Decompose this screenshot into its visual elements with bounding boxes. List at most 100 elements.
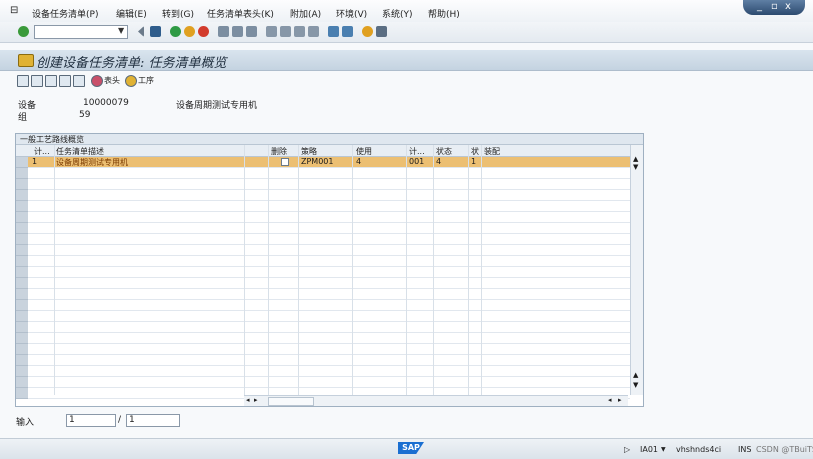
menu-item-environment[interactable]: 环境(V) <box>336 7 367 20</box>
table-row[interactable] <box>28 245 630 256</box>
table-row[interactable] <box>28 355 630 366</box>
edit-icon[interactable] <box>73 75 85 87</box>
row-selector[interactable] <box>16 366 28 377</box>
scroll-right-end-icon[interactable]: ▸ <box>618 396 622 404</box>
last-page-icon[interactable] <box>308 26 319 37</box>
print-icon[interactable] <box>218 26 229 37</box>
save-icon[interactable] <box>150 26 161 37</box>
table-row[interactable] <box>28 234 630 245</box>
table-row[interactable] <box>28 267 630 278</box>
header-button-label[interactable]: 表头 <box>104 75 120 86</box>
delete-checkbox[interactable] <box>281 158 289 166</box>
scroll-down-bottom-icon[interactable]: ▼ <box>633 381 638 389</box>
table-row[interactable] <box>28 212 630 223</box>
table-row[interactable] <box>28 300 630 311</box>
row-selector[interactable] <box>16 388 28 399</box>
menu-item-help[interactable]: 帮助(H) <box>428 7 460 20</box>
row-selector[interactable] <box>16 322 28 333</box>
row-selector[interactable] <box>16 300 28 311</box>
table-row[interactable] <box>28 377 630 388</box>
deselect-all-icon[interactable] <box>31 75 43 87</box>
scroll-up-icon[interactable]: ▲ <box>633 155 638 163</box>
horizontal-scrollbar[interactable]: ◂ ▸ ◂ ▸ <box>244 395 628 406</box>
menu-item-task-list[interactable]: 设备任务清单(P) <box>32 7 98 20</box>
minimize-icon[interactable]: _ <box>757 1 762 12</box>
find-icon[interactable] <box>232 26 243 37</box>
row-selector[interactable] <box>16 245 28 256</box>
row-selector[interactable] <box>16 157 28 168</box>
row-selector[interactable] <box>16 311 28 322</box>
header-icon[interactable] <box>91 75 103 87</box>
row-selector[interactable] <box>16 190 28 201</box>
scroll-left-icon[interactable]: ◂ <box>246 396 250 404</box>
scroll-down-icon[interactable]: ▼ <box>633 163 638 171</box>
scroll-up-bottom-icon[interactable]: ▲ <box>633 371 638 379</box>
exit-icon[interactable] <box>184 26 195 37</box>
menu-item-edit[interactable]: 编辑(E) <box>116 7 147 20</box>
table-row[interactable] <box>28 223 630 234</box>
menu-item-extras[interactable]: 附加(A) <box>290 7 321 20</box>
shortcut-icon[interactable] <box>342 26 353 37</box>
row-selector[interactable] <box>16 278 28 289</box>
table-row[interactable] <box>28 311 630 322</box>
col-planner[interactable]: 计... <box>409 146 425 157</box>
col-description[interactable]: 任务清单描述 <box>56 146 104 157</box>
entry-current-input[interactable]: 1 <box>66 414 116 427</box>
row-selector[interactable] <box>16 212 28 223</box>
next-page-icon[interactable] <box>294 26 305 37</box>
col-strategy[interactable]: 策略 <box>301 146 317 157</box>
row-selector[interactable] <box>16 355 28 366</box>
row-selector[interactable] <box>16 223 28 234</box>
table-row[interactable] <box>28 278 630 289</box>
find-next-icon[interactable] <box>246 26 257 37</box>
cancel-icon[interactable] <box>198 26 209 37</box>
first-page-icon[interactable] <box>266 26 277 37</box>
system-id[interactable]: IA01 <box>640 445 658 454</box>
system-dropdown-icon[interactable]: ▼ <box>661 446 666 453</box>
row-selector[interactable] <box>16 377 28 388</box>
enter-icon[interactable] <box>18 26 29 37</box>
table-row[interactable] <box>28 168 630 179</box>
previous-page-icon[interactable] <box>280 26 291 37</box>
history-back-icon[interactable] <box>138 26 144 37</box>
col-counter[interactable]: 计... <box>34 146 50 157</box>
table-row[interactable] <box>28 201 630 212</box>
row-selector[interactable] <box>16 333 28 344</box>
close-icon[interactable]: x <box>785 1 791 12</box>
menu-item-system[interactable]: 系统(Y) <box>382 7 413 20</box>
menu-icon[interactable]: ⊟ <box>10 5 18 16</box>
new-entry-icon[interactable] <box>45 75 57 87</box>
table-row[interactable] <box>28 366 630 377</box>
status-toggle-icon[interactable]: ▷ <box>624 445 630 454</box>
table-row[interactable] <box>28 190 630 201</box>
menu-item-goto[interactable]: 转到(G) <box>162 7 194 20</box>
table-row[interactable] <box>28 344 630 355</box>
col-usage[interactable]: 使用 <box>356 146 372 157</box>
select-all-icon[interactable] <box>17 75 29 87</box>
chevron-down-icon[interactable]: ▼ <box>118 26 124 35</box>
col-delete[interactable]: 删除 <box>271 146 287 157</box>
command-field[interactable] <box>34 25 128 39</box>
row-selector[interactable] <box>16 201 28 212</box>
row-selector[interactable] <box>16 234 28 245</box>
col-assembly[interactable]: 装配 <box>484 146 500 157</box>
table-row[interactable] <box>28 289 630 300</box>
help-icon[interactable] <box>362 26 373 37</box>
scroll-thumb[interactable] <box>268 397 314 406</box>
table-row[interactable] <box>28 333 630 344</box>
row-selector[interactable] <box>16 344 28 355</box>
cell-description[interactable]: 设备周期测试专用机 <box>56 157 128 168</box>
row-selector[interactable] <box>16 267 28 278</box>
table-row[interactable] <box>28 179 630 190</box>
table-row[interactable] <box>28 256 630 267</box>
layout-icon[interactable] <box>376 26 387 37</box>
table-row[interactable]: 1 设备周期测试专用机 ZPM001 4 001 4 1 <box>28 157 630 168</box>
operations-icon[interactable] <box>125 75 137 87</box>
scroll-left-end-icon[interactable]: ◂ <box>608 396 612 404</box>
col-status[interactable]: 状态 <box>436 146 452 157</box>
back-icon[interactable] <box>170 26 181 37</box>
row-selector[interactable] <box>16 168 28 179</box>
vertical-scrollbar[interactable]: ▲ ▼ ▲ ▼ <box>630 145 643 395</box>
row-selector[interactable] <box>16 179 28 190</box>
insert-mode[interactable]: INS <box>738 445 751 454</box>
